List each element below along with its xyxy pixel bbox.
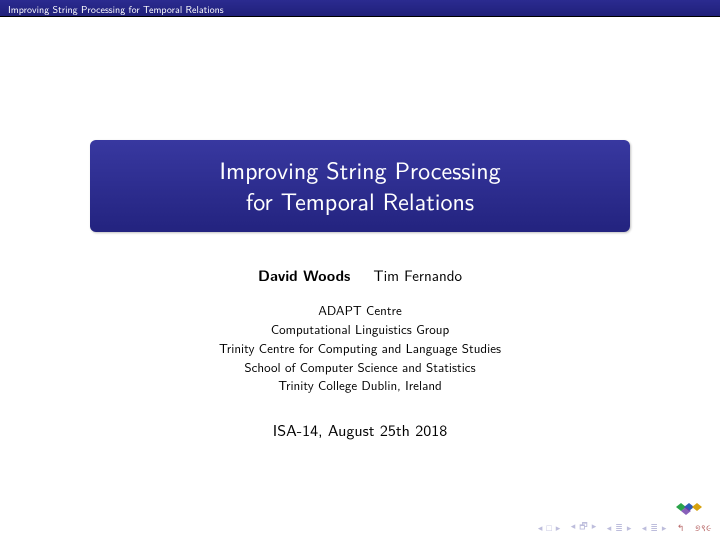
nav-frame-icon[interactable]: ◂ ≣ ▸ [642, 521, 667, 534]
nav-back-icon[interactable]: ↰ [677, 521, 685, 534]
affiliation: ADAPT Centre Computational Linguistics G… [110, 302, 610, 396]
author-secondary: Tim Fernando [373, 264, 462, 286]
title-box: Improving String Processing for Temporal… [90, 140, 630, 232]
authors: David Woods Tim Fernando [258, 264, 462, 286]
author-primary: David Woods [258, 265, 350, 286]
affil-line-3: Trinity Centre for Computing and Languag… [110, 340, 610, 359]
affil-line-2: Computational Linguistics Group [110, 321, 610, 340]
beamer-footer: ◂ □ ▸ ◂ 🗗 ▸ ◂ ≣ ▸ ◂ ≣ ▸ ↰ ୭९૯ [0, 509, 720, 541]
nav-first-icon[interactable]: ◂ □ ▸ [538, 521, 561, 534]
nav-section-icon[interactable]: ◂ 🗗 ▸ [571, 519, 597, 535]
nav-search-icon[interactable]: ୭९૯ [695, 521, 712, 534]
slide-header: Improving String Processing for Temporal… [0, 0, 720, 17]
affil-line-4: School of Computer Science and Statistic… [110, 359, 610, 378]
title-line-1: Improving String Processing [110, 154, 610, 185]
nav-controls: ◂ □ ▸ ◂ 🗗 ▸ ◂ ≣ ▸ ◂ ≣ ▸ ↰ ୭९૯ [538, 519, 712, 535]
venue: ISA-14, August 25th 2018 [273, 418, 448, 441]
nav-subsection-icon[interactable]: ◂ ≣ ▸ [607, 521, 632, 534]
header-short-title: Improving String Processing for Temporal… [8, 2, 224, 17]
title-line-2: for Temporal Relations [110, 185, 610, 216]
affil-line-5: Trinity College Dublin, Ireland [110, 377, 610, 396]
title-block: Improving String Processing for Temporal… [90, 140, 630, 232]
affil-line-1: ADAPT Centre [110, 302, 610, 321]
